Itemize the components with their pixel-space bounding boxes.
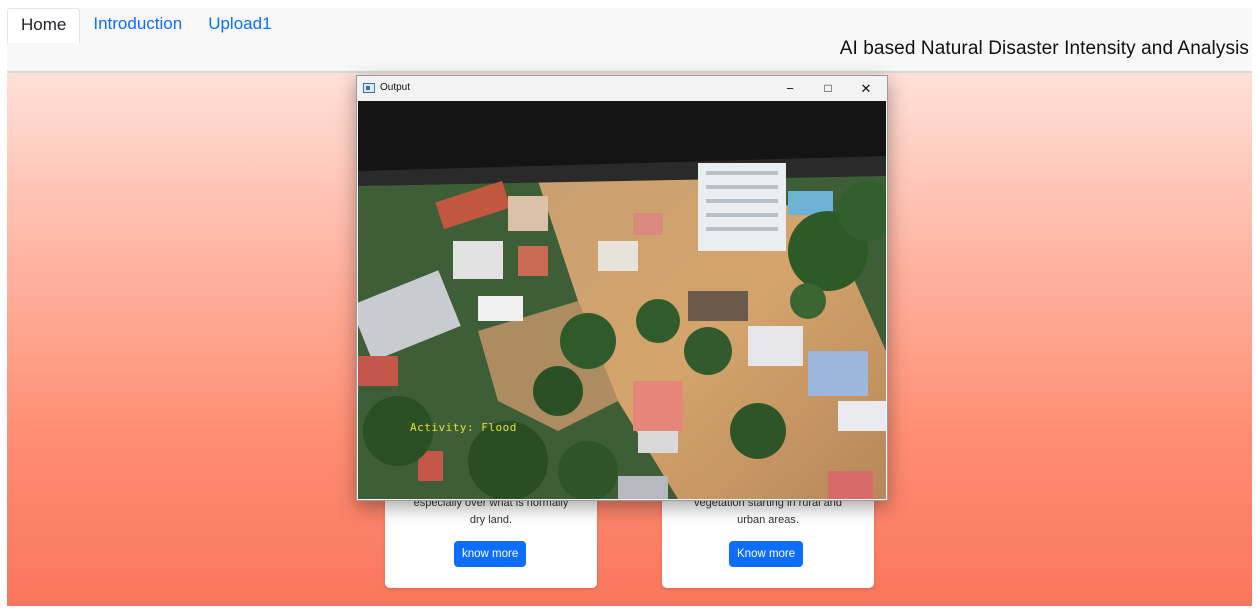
tab-introduction[interactable]: Introduction xyxy=(80,8,195,42)
know-more-button[interactable]: know more xyxy=(454,541,527,567)
card-text-line: urban areas. xyxy=(737,514,799,526)
window-title: Output xyxy=(380,82,411,93)
tab-home[interactable]: Home xyxy=(7,8,81,43)
close-icon[interactable]: ✕ xyxy=(847,76,885,101)
tab-upload1[interactable]: Upload1 xyxy=(195,8,284,42)
app-window-icon xyxy=(363,83,375,93)
output-window[interactable]: Output − □ ✕ Activity: Flood xyxy=(356,75,888,501)
know-more-button[interactable]: Know more xyxy=(729,541,804,567)
card-text-line: dry land. xyxy=(469,514,513,526)
video-frame: Activity: Flood xyxy=(358,101,886,499)
page-title: AI based Natural Disaster Intensity and … xyxy=(839,38,1249,59)
navbar: Home Introduction Upload1 AI based Natur… xyxy=(7,8,1252,73)
nav-tabs: Home Introduction Upload1 xyxy=(7,8,285,43)
activity-label: Activity: Flood xyxy=(410,421,517,434)
window-titlebar[interactable]: Output − □ ✕ xyxy=(357,76,887,101)
minimize-icon[interactable]: − xyxy=(771,76,809,101)
maximize-icon[interactable]: □ xyxy=(809,76,847,101)
flood-aerial-image xyxy=(358,101,886,499)
